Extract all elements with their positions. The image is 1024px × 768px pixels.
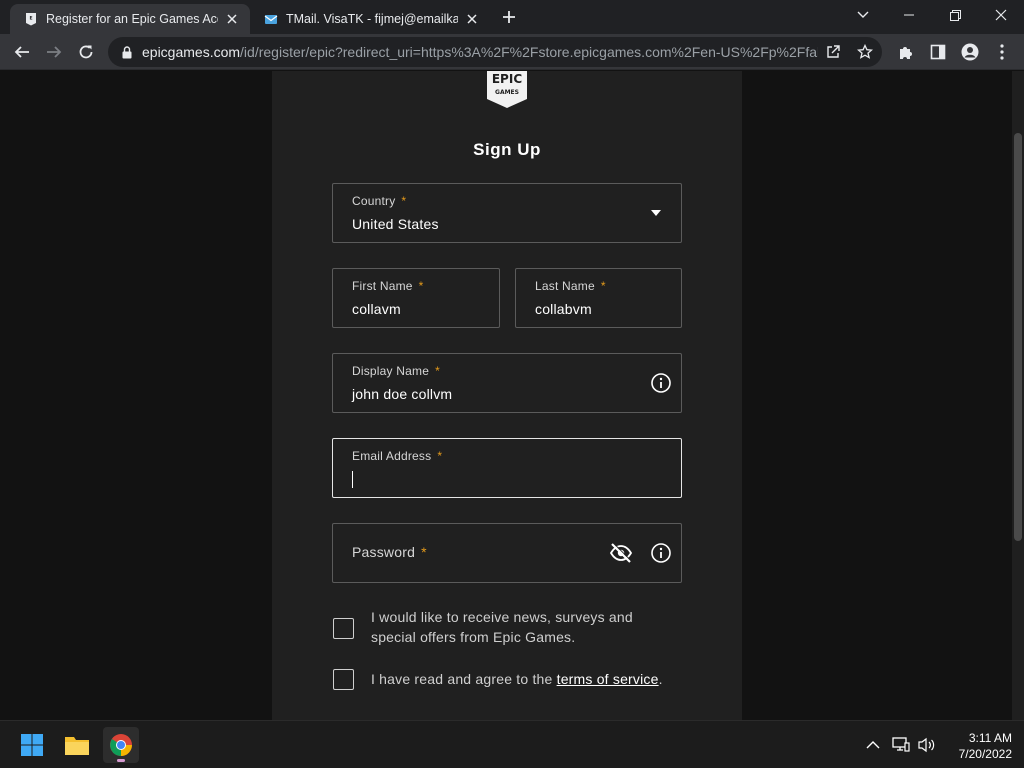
bookmark-star-icon[interactable] [856, 43, 874, 61]
forward-arrow-icon[interactable] [40, 38, 68, 66]
logo-games-text: GAMES [495, 89, 519, 96]
volume-icon[interactable] [918, 736, 936, 754]
back-arrow-icon[interactable] [8, 38, 36, 66]
scrollbar-thumb[interactable] [1014, 133, 1022, 541]
minimize-icon[interactable] [886, 0, 932, 30]
active-app-indicator [117, 759, 125, 762]
text-cursor [352, 471, 353, 488]
tab-tmail[interactable]: TMail. VisaTK - fijmej@emailkay. [250, 4, 490, 34]
country-label: Country * [352, 194, 407, 208]
password-label: Password * [352, 544, 427, 560]
tab-title: Register for an Epic Games Acco [46, 12, 218, 26]
menu-kebab-icon[interactable] [988, 38, 1016, 66]
clock-date: 7/20/2022 [958, 747, 1012, 761]
tab-close-icon[interactable] [464, 11, 480, 27]
tab-search-icon[interactable] [840, 0, 886, 30]
country-value: United States [352, 216, 439, 232]
mail-envelope-icon [264, 12, 278, 26]
windows-taskbar: 3:11 AM 7/20/2022 [0, 720, 1024, 768]
terms-label: I have read and agree to the terms of se… [371, 671, 663, 687]
eye-slash-icon[interactable] [609, 542, 633, 564]
news-opt-in-label[interactable]: I would like to receive news, surveys an… [371, 607, 633, 647]
terms-checkbox[interactable] [333, 669, 354, 690]
password-field[interactable]: Password * [332, 523, 682, 583]
page-scrollbar[interactable] [1012, 71, 1024, 720]
email-label: Email Address * [352, 449, 443, 463]
reload-icon[interactable] [72, 38, 100, 66]
file-explorer-icon[interactable] [59, 727, 95, 763]
tab-title: TMail. VisaTK - fijmej@emailkay. [286, 12, 458, 26]
dropdown-arrow-icon [651, 210, 661, 216]
epic-games-logo: EPIC GAMES [486, 71, 528, 109]
extensions-puzzle-icon[interactable] [892, 38, 920, 66]
info-icon[interactable] [650, 542, 672, 564]
required-mark: * [401, 194, 407, 208]
restore-icon[interactable] [932, 0, 978, 30]
close-icon[interactable] [978, 0, 1024, 30]
chrome-icon[interactable] [103, 727, 139, 763]
country-select[interactable]: Country * United States [332, 183, 682, 243]
required-mark: * [437, 449, 443, 463]
page-viewport: EPIC GAMES Sign Up Country * United State… [0, 71, 1024, 720]
lock-icon[interactable] [112, 45, 142, 59]
address-bar[interactable]: epicgames.com/id/register/epic?redirect_… [108, 37, 882, 67]
url-path: /id/register/epic?redirect_uri=https%3A%… [240, 44, 818, 60]
profile-icon[interactable] [956, 38, 984, 66]
first-name-value: collavm [352, 301, 401, 317]
news-opt-in-checkbox[interactable] [333, 618, 354, 639]
first-name-field[interactable]: First Name * collavm [332, 268, 500, 328]
url-host: epicgames.com [142, 44, 241, 60]
chevron-up-icon[interactable] [864, 736, 882, 754]
last-name-value: collabvm [535, 301, 592, 317]
svg-text:E: E [29, 16, 32, 22]
url-text[interactable]: epicgames.com/id/register/epic?redirect_… [142, 44, 818, 60]
required-mark: * [600, 279, 606, 293]
share-icon[interactable] [824, 43, 842, 61]
side-panel-icon[interactable] [924, 38, 952, 66]
tab-strip: E Register for an Epic Games Acco TMail.… [0, 0, 1024, 34]
display-name-label: Display Name * [352, 364, 440, 378]
signup-card: EPIC GAMES Sign Up Country * United State… [272, 71, 742, 720]
required-mark: * [435, 364, 440, 378]
required-mark: * [418, 279, 424, 293]
display-name-field[interactable]: Display Name * john doe collvm [332, 353, 682, 413]
display-name-value: john doe collvm [352, 386, 453, 402]
tab-epic-register[interactable]: E Register for an Epic Games Acco [10, 4, 250, 34]
last-name-field[interactable]: Last Name * collabvm [515, 268, 682, 328]
logo-epic-text: EPIC [492, 72, 522, 86]
info-icon[interactable] [650, 372, 672, 394]
system-clock[interactable]: 3:11 AM 7/20/2022 [942, 730, 1012, 762]
clock-time: 3:11 AM [968, 731, 1012, 745]
last-name-label: Last Name * [535, 279, 606, 293]
first-name-label: First Name * [352, 279, 424, 293]
page-title: Sign Up [473, 140, 541, 159]
email-field[interactable]: Email Address * [332, 438, 682, 498]
required-mark: * [421, 544, 427, 560]
terms-of-service-link[interactable]: terms of service [557, 671, 659, 687]
tab-close-icon[interactable] [224, 11, 240, 27]
new-tab-plus-icon[interactable] [498, 6, 520, 28]
browser-toolbar: epicgames.com/id/register/epic?redirect_… [0, 34, 1024, 70]
epic-logo-icon: E [24, 12, 38, 26]
network-icon[interactable] [892, 736, 910, 754]
windows-start-icon[interactable] [14, 727, 50, 763]
